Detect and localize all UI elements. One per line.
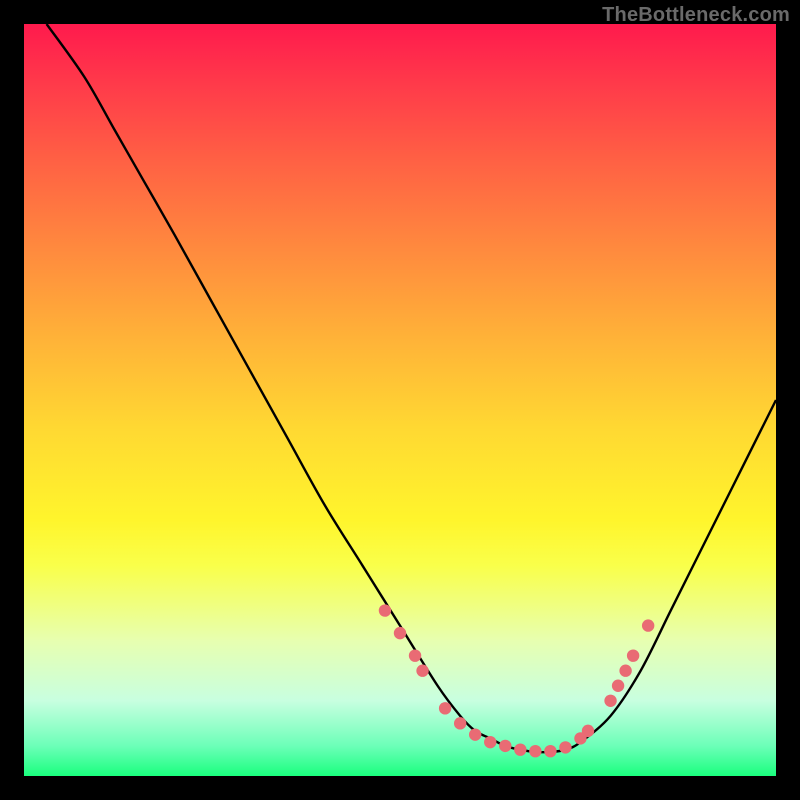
marker-dot (379, 604, 391, 616)
attribution-text: TheBottleneck.com (602, 4, 790, 27)
marker-dot (529, 745, 541, 757)
curve-markers (379, 604, 655, 757)
marker-dot (416, 665, 428, 677)
chart-svg (24, 24, 776, 776)
marker-dot (559, 741, 571, 753)
marker-dot (544, 745, 556, 757)
outer-frame: TheBottleneck.com (0, 0, 800, 800)
marker-dot (409, 649, 421, 661)
marker-dot (484, 736, 496, 748)
marker-dot (619, 665, 631, 677)
marker-dot (627, 649, 639, 661)
marker-dot (612, 680, 624, 692)
bottleneck-curve (47, 24, 776, 752)
marker-dot (514, 743, 526, 755)
marker-dot (439, 702, 451, 714)
marker-dot (469, 728, 481, 740)
marker-dot (582, 725, 594, 737)
marker-dot (642, 619, 654, 631)
plot-area (24, 24, 776, 776)
marker-dot (604, 695, 616, 707)
marker-dot (394, 627, 406, 639)
marker-dot (499, 740, 511, 752)
marker-dot (454, 717, 466, 729)
